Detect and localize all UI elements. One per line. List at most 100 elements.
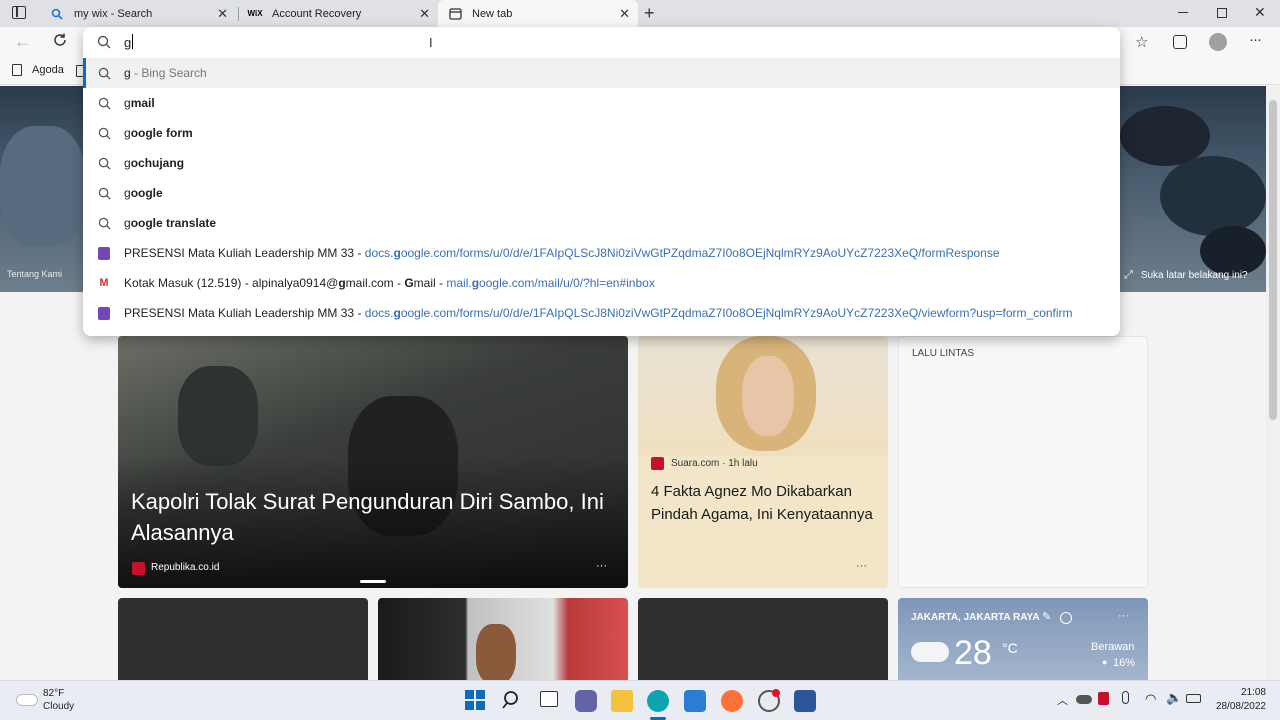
weather-condition: Berawan: [1091, 641, 1135, 653]
close-tab-icon[interactable]: ✕: [217, 6, 228, 22]
suggestion-title: PRESENSI Mata Kuliah Leadership MM 33: [124, 246, 355, 260]
news-headline[interactable]: Kapolri Tolak Surat Pengunduran Diri Sam…: [131, 486, 621, 548]
tab-title: New tab: [472, 7, 513, 20]
google-forms-icon: [97, 306, 111, 320]
carousel-indicator[interactable]: [360, 580, 386, 583]
suggestion-completion: mail: [130, 96, 155, 110]
close-window-icon[interactable]: ✕: [1254, 4, 1266, 21]
news-card-second[interactable]: Suara.com · 1h lalu 4 Fakta Agnez Mo Dik…: [638, 336, 888, 588]
minimize-icon[interactable]: [1178, 12, 1188, 13]
expand-icon: ⤢: [1124, 269, 1133, 281]
title-match: g: [338, 276, 346, 290]
profile-avatar[interactable]: [1209, 33, 1227, 51]
microsoft-store-icon[interactable]: [684, 690, 706, 712]
word-icon[interactable]: [794, 690, 816, 712]
more-options-icon[interactable]: ···: [596, 560, 607, 572]
gmail-icon: M: [99, 277, 109, 289]
collections-icon[interactable]: [1173, 35, 1187, 49]
start-windows-icon[interactable]: [465, 690, 485, 710]
tab-actions-icon[interactable]: [12, 6, 26, 19]
suggestion-history-gmail-inbox[interactable]: M Kotak Masuk (12.519) - alpinalya0914@g…: [83, 268, 1120, 298]
search-icon: [50, 7, 64, 21]
restore-icon[interactable]: [1217, 8, 1227, 18]
more-options-icon[interactable]: ···: [1118, 610, 1129, 622]
tab-new-tab[interactable]: New tab ✕: [438, 0, 638, 27]
taskbar-weather-temp: 82°F: [43, 688, 65, 699]
suggestion-title: Kotak Masuk (12.519) - alpinalya0914@: [124, 276, 339, 290]
bookmark-agoda[interactable]: Agoda: [12, 64, 64, 76]
back-arrow-icon[interactable]: ←: [14, 32, 31, 52]
url-match: g: [393, 306, 401, 320]
address-bar[interactable]: g I: [83, 27, 1120, 57]
tab-strip: my wix - Search ✕ WiX Account Recovery ✕…: [0, 0, 1280, 27]
close-tab-icon[interactable]: ✕: [419, 6, 430, 22]
text-cursor-icon: I: [429, 35, 433, 50]
suggestion-google[interactable]: google: [83, 178, 1120, 208]
news-card-placeholder[interactable]: [638, 598, 888, 680]
new-tab-plus-icon[interactable]: +: [644, 3, 655, 24]
wix-icon: WiX: [247, 9, 263, 18]
news-headline[interactable]: 4 Fakta Agnez Mo Dikabarkan Pindah Agama…: [651, 480, 879, 526]
news-card-image[interactable]: [378, 598, 628, 680]
search-icon: [97, 126, 111, 140]
weather-location: JAKARTA, JAKARTA RAYA: [911, 612, 1040, 623]
url-part: oogle.com/forms/u/0/d/e/1FAIpQLScJ8Ni0zi…: [400, 306, 1073, 320]
battery-icon[interactable]: [1186, 694, 1201, 703]
news-card-main[interactable]: Kapolri Tolak Surat Pengunduran Diri Sam…: [118, 336, 628, 588]
weather-card[interactable]: JAKARTA, JAKARTA RAYA ✎ ··· 28 °C Berawa…: [898, 598, 1148, 680]
url-match: g: [471, 276, 480, 290]
suggestion-bing-search[interactable]: g - Bing Search: [83, 58, 1120, 88]
like-background-label: Suka latar belakang ini?: [1140, 270, 1248, 281]
teams-chat-icon[interactable]: [575, 690, 597, 712]
tab-account-recovery[interactable]: WiX Account Recovery ✕: [238, 0, 438, 27]
suggestion-title: mail: [413, 276, 436, 290]
clock-time: 21:08: [1240, 687, 1266, 698]
suggestion-history-form-view[interactable]: PRESENSI Mata Kuliah Leadership MM 33 - …: [83, 298, 1120, 328]
clock[interactable]: 21:08 28/08/2022: [1212, 687, 1266, 712]
show-hidden-icons-chevron-icon[interactable]: ︿: [1057, 692, 1068, 708]
security-shield-icon[interactable]: [1098, 692, 1109, 705]
tab-my-wix-search[interactable]: my wix - Search ✕: [40, 0, 236, 27]
address-bar-dropdown: g I g - Bing Search gmail google form go…: [83, 27, 1120, 336]
volume-icon[interactable]: 🔈: [1166, 690, 1182, 706]
cloud-sync-icon[interactable]: [1076, 695, 1092, 704]
about-link[interactable]: Tentang Kami: [7, 269, 62, 279]
favorites-icon[interactable]: ☆: [1135, 33, 1148, 51]
firefox-icon[interactable]: [721, 690, 743, 712]
file-explorer-icon[interactable]: [611, 690, 633, 712]
page-icon: [12, 64, 22, 76]
tab-title: Account Recovery: [272, 7, 362, 20]
suggestion-google-translate[interactable]: google translate: [83, 208, 1120, 238]
traffic-card[interactable]: LALU LINTAS: [898, 336, 1148, 588]
suggestion-completion: oogle translate: [130, 216, 217, 230]
address-input[interactable]: g: [124, 35, 131, 50]
like-background-button[interactable]: ⤢ Suka latar belakang ini?: [1124, 269, 1248, 282]
suggestion-completion: ochujang: [130, 156, 185, 170]
search-icon[interactable]: [502, 690, 522, 713]
typed-text: g: [124, 126, 131, 140]
republika-logo-icon: [132, 562, 145, 575]
news-source: Suara.com · 1h lalu: [671, 458, 758, 469]
cloud-icon: [911, 642, 949, 662]
globe-icon[interactable]: [1060, 612, 1072, 624]
suggestion-gochujang[interactable]: gochujang: [83, 148, 1120, 178]
news-card-placeholder[interactable]: [118, 598, 368, 680]
suggestion-history-form-response[interactable]: PRESENSI Mata Kuliah Leadership MM 33 - …: [83, 238, 1120, 268]
traffic-label: LALU LINTAS: [912, 348, 975, 359]
refresh-icon[interactable]: [52, 32, 68, 51]
more-options-icon[interactable]: ···: [856, 560, 867, 572]
suggestion-google-form[interactable]: google form: [83, 118, 1120, 148]
temperature-unit: °C: [1002, 640, 1018, 656]
edit-icon[interactable]: ✎: [1042, 610, 1051, 623]
suggestion-suffix: - Bing Search: [130, 66, 207, 80]
close-tab-icon[interactable]: ✕: [619, 6, 630, 22]
search-icon: [97, 186, 111, 200]
edge-browser-icon[interactable]: [647, 690, 669, 712]
task-view-icon[interactable]: [540, 691, 558, 707]
more-menu-icon[interactable]: ···: [1249, 31, 1262, 48]
suggestion-gmail[interactable]: gmail: [83, 88, 1120, 118]
weather-widget[interactable]: 82°F Cloudy: [16, 687, 96, 715]
microphone-icon[interactable]: [1122, 691, 1129, 704]
page-scrollbar[interactable]: [1266, 86, 1280, 680]
wifi-icon[interactable]: ◠: [1145, 691, 1156, 707]
